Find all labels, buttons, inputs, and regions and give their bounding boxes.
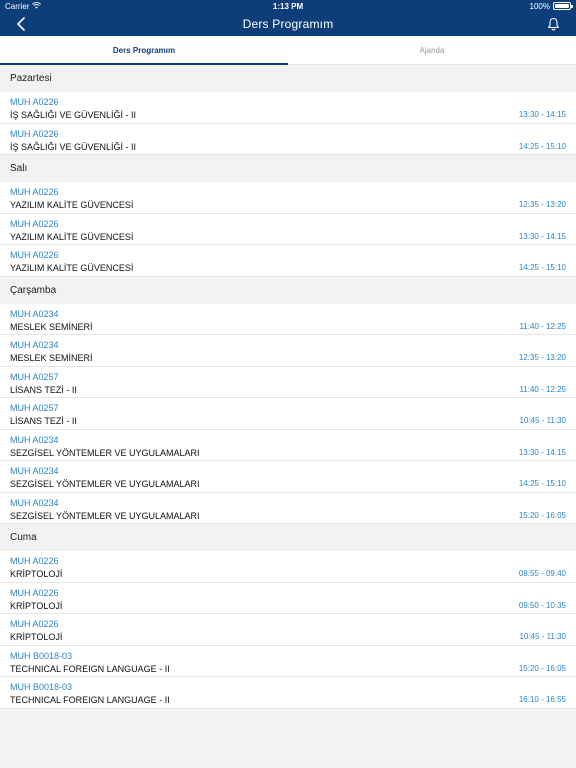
course-time: 11:40 - 12:25 xyxy=(519,384,566,394)
course-time: 16:10 - 16:55 xyxy=(518,695,566,704)
course-code: MUH B0018-03 xyxy=(10,650,73,661)
course-name: SEZGİSEL YÖNTEMLER VE UYGULAMALARI xyxy=(10,479,200,489)
course-code: MUH A0257 xyxy=(10,371,59,382)
course-name: MESLEK SEMİNERİ xyxy=(10,321,93,332)
course-time: 10:45 - 11:30 xyxy=(519,632,566,641)
table-row[interactable]: MUH A0234 SEZGİSEL YÖNTEMLER VE UYGULAMA… xyxy=(0,492,576,524)
course-code: MUH A0226 xyxy=(10,128,59,139)
wifi-icon xyxy=(32,1,42,11)
course-name: İŞ SAĞLIĞI VE GÜVENLİĞİ - II xyxy=(10,141,137,152)
table-row[interactable]: MUH A0226 İŞ SAĞLIĞI VE GÜVENLİĞİ - II 1… xyxy=(0,123,576,155)
course-time: 10:45 - 11:30 xyxy=(519,416,566,425)
table-row[interactable]: MUH A0226 KRİPTOLOJİ 10:45 - 11:30 xyxy=(0,614,576,646)
table-row[interactable]: MUH A0234 MESLEK SEMİNERİ 12:35 - 13:20 xyxy=(0,335,576,367)
battery-icon xyxy=(553,2,573,10)
navigation-bar: Ders Programım xyxy=(0,12,576,36)
course-time: 12:35 - 13:20 xyxy=(518,353,566,362)
course-code: MUH A0226 xyxy=(10,97,59,107)
course-name: KRİPTOLOJİ xyxy=(10,569,63,579)
day-header-carsamba: Çarşamba xyxy=(0,276,576,304)
table-row[interactable]: MUH A0234 SEZGİSEL YÖNTEMLER VE UYGULAMA… xyxy=(0,429,576,461)
course-time: 13:30 - 14:15 xyxy=(518,447,566,457)
course-code: MUH A0226 xyxy=(10,619,59,629)
course-code: MUH A0257 xyxy=(10,403,59,413)
table-row[interactable]: MUH A0226 KRİPTOLOJİ 09:50 - 10:35 xyxy=(0,582,576,614)
course-name: İŞ SAĞLIĞI VE GÜVENLİĞİ - II xyxy=(10,110,137,120)
course-time: 09:50 - 10:35 xyxy=(518,600,566,610)
status-left: Carrier xyxy=(5,1,42,11)
day-header-cuma: Cuma xyxy=(0,524,576,551)
course-code: MUH A0234 xyxy=(10,434,59,445)
course-time: 08:55 - 09:40 xyxy=(518,569,566,578)
table-row[interactable]: MUH A0226 KRİPTOLOJİ 08:55 - 09:40 xyxy=(0,551,576,583)
notifications-button[interactable] xyxy=(544,15,562,33)
table-row[interactable]: MUH B0018-03 TECHNICAL FOREIGN LANGUAGE … xyxy=(0,645,576,677)
course-name: LİSANS TEZİ - II xyxy=(10,384,77,395)
course-time: 15:20 - 16:05 xyxy=(518,510,566,520)
status-time: 1:13 PM xyxy=(272,1,304,11)
table-row[interactable]: MUH A0226 İŞ SAĞLIĞI VE GÜVENLİĞİ - II 1… xyxy=(0,92,576,124)
status-bar: Carrier 1:13 PM 100% xyxy=(0,0,576,12)
battery-percent: 100% xyxy=(529,1,550,11)
course-code: MUH A0226 xyxy=(10,187,59,197)
course-code: MUH A0234 xyxy=(10,340,59,350)
course-name: SEZGİSEL YÖNTEMLER VE UYGULAMALARI xyxy=(10,510,200,521)
table-row[interactable]: MUH A0226 YAZILIM KALİTE GÜVENCESİ 12:35… xyxy=(0,182,576,214)
course-name: YAZILIM KALİTE GÜVENCESİ xyxy=(10,200,134,210)
course-time: 12:35 - 13:20 xyxy=(518,200,566,209)
table-row[interactable]: MUH A0226 YAZILIM KALİTE GÜVENCESİ 14:25… xyxy=(0,245,576,277)
course-name: KRİPTOLOJİ xyxy=(10,632,63,642)
schedule-list[interactable]: Pazartesi MUH A0226 İŞ SAĞLIĞI VE GÜVENL… xyxy=(0,65,576,709)
tab-label: Ajanda xyxy=(419,45,445,55)
course-name: SEZGİSEL YÖNTEMLER VE UYGULAMALARI xyxy=(10,447,200,458)
table-row[interactable]: MUH A0257 LİSANS TEZİ - II 10:45 - 11:30 xyxy=(0,398,576,430)
table-row[interactable]: MUH A0234 SEZGİSEL YÖNTEMLER VE UYGULAMA… xyxy=(0,461,576,493)
course-name: YAZILIM KALİTE GÜVENCESİ xyxy=(10,231,134,242)
carrier-label: Carrier xyxy=(5,1,30,11)
table-row[interactable]: MUH B0018-03 TECHNICAL FOREIGN LANGUAGE … xyxy=(0,677,576,709)
course-time: 11:40 - 12:25 xyxy=(519,321,566,331)
chevron-left-icon xyxy=(17,17,25,31)
course-code: MUH A0226 xyxy=(10,556,59,566)
bell-icon xyxy=(547,17,559,31)
page-title: Ders Programım xyxy=(242,17,334,31)
course-code: MUH A0226 xyxy=(10,218,59,229)
course-name: TECHNICAL FOREIGN LANGUAGE - II xyxy=(10,663,170,674)
course-name: YAZILIM KALİTE GÜVENCESİ xyxy=(10,263,134,273)
course-time: 13:30 - 14:15 xyxy=(518,231,566,241)
course-name: TECHNICAL FOREIGN LANGUAGE - II xyxy=(10,695,170,705)
segmented-tabs: Ders Programım Ajanda xyxy=(0,36,576,65)
day-header-pazartesi: Pazartesi xyxy=(0,65,576,92)
course-time: 14:25 - 15:10 xyxy=(518,479,566,488)
course-code: MUH A0234 xyxy=(10,308,59,319)
tab-ajanda[interactable]: Ajanda xyxy=(288,36,576,64)
tab-label: Ders Programım xyxy=(112,45,176,55)
course-name: LİSANS TEZİ - II xyxy=(10,416,77,426)
course-time: 13:30 - 14:15 xyxy=(518,110,566,119)
course-code: MUH A0234 xyxy=(10,466,59,476)
table-row[interactable]: MUH A0226 YAZILIM KALİTE GÜVENCESİ 13:30… xyxy=(0,213,576,245)
course-code: MUH A0234 xyxy=(10,497,59,508)
course-time: 14:25 - 15:10 xyxy=(518,263,566,272)
tab-ders-programim[interactable]: Ders Programım xyxy=(0,36,288,65)
day-header-sali: Salı xyxy=(0,155,576,182)
back-button[interactable] xyxy=(12,15,30,33)
table-row[interactable]: MUH A0234 MESLEK SEMİNERİ 11:40 - 12:25 xyxy=(0,303,576,335)
status-right: 100% xyxy=(529,1,573,11)
course-code: MUH A0226 xyxy=(10,587,59,598)
course-name: MESLEK SEMİNERİ xyxy=(10,353,93,363)
table-row[interactable]: MUH A0257 LİSANS TEZİ - II 11:40 - 12:25 xyxy=(0,366,576,398)
course-time: 15:20 - 16:05 xyxy=(518,663,566,673)
course-code: MUH B0018-03 xyxy=(10,682,73,692)
course-time: 14:25 - 15:10 xyxy=(518,141,566,151)
course-code: MUH A0226 xyxy=(10,250,59,260)
course-name: KRİPTOLOJİ xyxy=(10,600,63,611)
